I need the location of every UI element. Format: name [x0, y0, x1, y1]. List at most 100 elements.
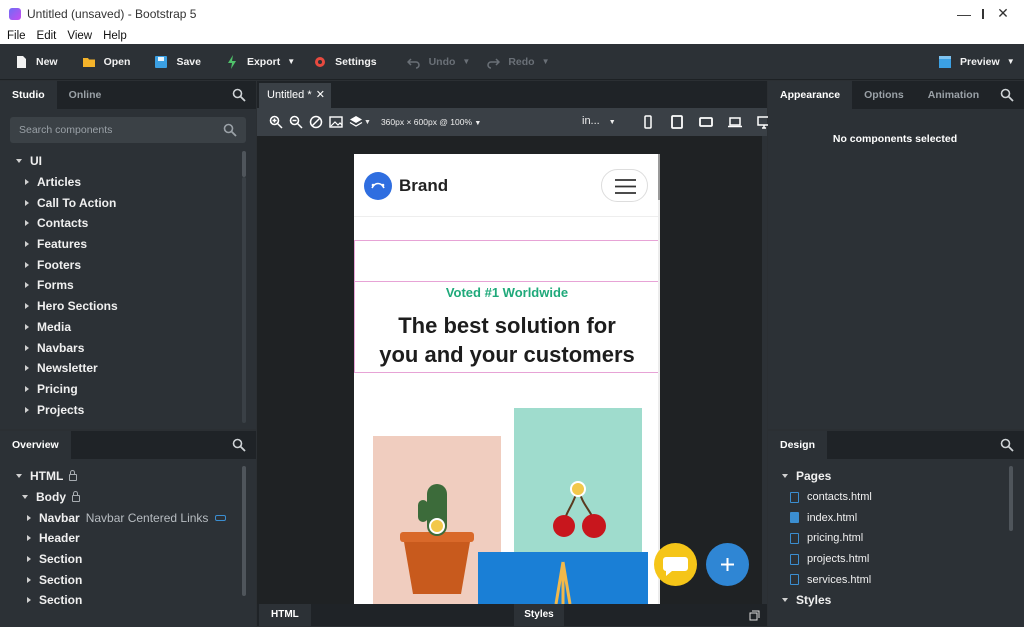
viewport-size[interactable]: 360px × 600px @ 100% ▼ [381, 117, 481, 127]
menu-help[interactable]: Help [103, 30, 127, 42]
file-icon [790, 491, 799, 503]
canvas-scrollbar[interactable] [762, 136, 767, 604]
tree-item-component[interactable]: Pricing [0, 379, 240, 400]
page-item[interactable]: projects.html [768, 549, 1008, 570]
tree-item-component[interactable]: Call To Action [0, 192, 240, 213]
layers-icon[interactable] [349, 115, 363, 129]
phone-icon[interactable] [641, 115, 655, 129]
zoom-select[interactable]: in... ▼ [582, 115, 616, 127]
tree-item-component[interactable]: Newsletter [0, 358, 240, 379]
tab-html[interactable]: HTML [259, 604, 311, 626]
page-item[interactable]: pricing.html [768, 528, 1008, 549]
scrollbar-track[interactable] [242, 177, 246, 423]
brand-name: Brand [399, 176, 449, 195]
open-button[interactable]: Open [74, 44, 139, 80]
redo-button[interactable]: Redo ▼ [478, 44, 557, 80]
zoom-out-icon[interactable] [289, 115, 303, 129]
tree-item-component[interactable]: Navbars [0, 337, 240, 358]
close-icon[interactable]: ✕ [316, 83, 325, 108]
tree-item-component[interactable]: Media [0, 317, 240, 338]
search-placeholder: Search components [19, 124, 113, 136]
tree-item-navbar[interactable]: Navbar Navbar Centered Links [0, 507, 240, 528]
search-icon[interactable] [232, 88, 246, 102]
tree-item-section[interactable]: Section [0, 590, 240, 611]
scrollbar-thumb[interactable] [1009, 466, 1013, 531]
undo-button[interactable]: Undo ▼ [399, 44, 479, 80]
close-button[interactable]: ✕ [984, 0, 1022, 27]
tree-item-component[interactable]: Contacts [0, 213, 240, 234]
tab-appearance[interactable]: Appearance [768, 81, 853, 109]
menu-file[interactable]: File [7, 30, 26, 42]
lightning-icon [227, 54, 236, 69]
tree-item-styles[interactable]: Styles [768, 590, 1008, 611]
search-components-input[interactable]: Search components [10, 117, 246, 143]
tree-item-section[interactable]: Section [0, 549, 240, 570]
tree-item-component[interactable]: Hero Sections [0, 296, 240, 317]
preview-navbar[interactable]: Brand [354, 154, 660, 217]
code-panel-bar: HTML Styles [257, 604, 767, 626]
tab-untitled[interactable]: Untitled * ✕ [259, 83, 331, 108]
expand-icon[interactable] [749, 610, 760, 621]
scrollbar-thumb[interactable] [242, 466, 246, 596]
settings-button[interactable]: Settings [305, 44, 384, 80]
caret-right-icon [25, 220, 29, 227]
tree-item-component[interactable]: Features [0, 234, 240, 255]
maximize-button[interactable] [944, 0, 984, 27]
image-icon[interactable] [329, 115, 343, 129]
empty-section[interactable] [354, 240, 660, 281]
hamburger-button[interactable] [601, 169, 648, 202]
chevron-down-icon: ▼ [462, 57, 471, 66]
page-item[interactable]: contacts.html [768, 487, 1008, 508]
tab-studio[interactable]: Studio [0, 81, 57, 109]
device-preview[interactable]: Brand Voted #1 Worldwide The best soluti… [354, 154, 660, 604]
tree-item-section[interactable]: Section [0, 569, 240, 590]
tree-item-ui[interactable]: UI [0, 151, 240, 172]
page-item[interactable]: services.html [768, 569, 1008, 590]
preview-button[interactable]: Preview ▼ [930, 44, 1023, 80]
menu-icon [615, 179, 636, 194]
design-canvas[interactable]: Brand Voted #1 Worldwide The best soluti… [257, 136, 767, 604]
app-icon [9, 7, 21, 20]
tree-item-pages[interactable]: Pages [768, 466, 1008, 487]
tablet-portrait-icon[interactable] [670, 115, 684, 129]
tab-options[interactable]: Options [852, 81, 916, 109]
file-icon [790, 512, 799, 524]
main-toolbar: New Open Save Export ▼ Settings Undo ▼ Red… [0, 44, 1024, 80]
menu-edit[interactable]: Edit [37, 30, 57, 42]
hero-section[interactable]: Voted #1 Worldwide The best solution for… [354, 281, 660, 373]
file-icon [790, 574, 799, 586]
tab-overview[interactable]: Overview [0, 431, 71, 459]
tab-styles[interactable]: Styles [514, 604, 564, 626]
chevron-down-icon: ▼ [1006, 57, 1015, 66]
undo-icon [406, 57, 420, 69]
add-component-button[interactable] [706, 543, 749, 586]
tab-design[interactable]: Design [768, 431, 828, 459]
laptop-icon[interactable] [728, 115, 742, 129]
device-scrollbar[interactable] [658, 154, 660, 604]
chat-button[interactable] [654, 543, 697, 586]
tree-item-header[interactable]: Header [0, 528, 240, 549]
scrollbar-thumb[interactable] [242, 151, 246, 177]
search-icon[interactable] [232, 438, 246, 452]
search-icon[interactable] [1000, 88, 1014, 102]
device-scroll-thumb[interactable] [658, 154, 660, 200]
menu-view[interactable]: View [67, 30, 92, 42]
tablet-landscape-icon[interactable] [699, 115, 713, 129]
tree-item-component[interactable]: Projects [0, 399, 240, 420]
tree-item-component[interactable]: Forms [0, 275, 240, 296]
zoom-in-icon[interactable] [269, 115, 283, 129]
tree-item-component[interactable]: Footers [0, 254, 240, 275]
components-tabs: Studio Online [0, 81, 256, 109]
tree-item-component[interactable]: Articles [0, 172, 240, 193]
search-icon[interactable] [1000, 438, 1014, 452]
tab-animation[interactable]: Animation [916, 81, 991, 109]
brand-logo-icon [364, 172, 392, 200]
tab-online[interactable]: Online [57, 81, 114, 109]
page-item[interactable]: index.html [768, 507, 1008, 528]
tree-item-body[interactable]: Body [0, 487, 240, 508]
new-button[interactable]: New [6, 44, 66, 80]
rotate-icon[interactable] [309, 115, 323, 129]
tree-item-html[interactable]: HTML [0, 466, 240, 487]
export-button[interactable]: Export ▼ [217, 44, 303, 80]
save-button[interactable]: Save [146, 44, 209, 80]
